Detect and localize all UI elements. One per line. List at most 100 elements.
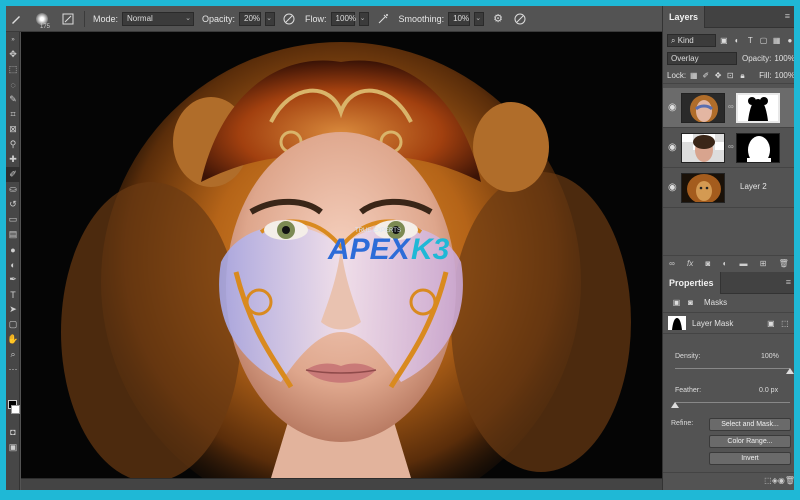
eraser-tool-icon[interactable]: ▭ (6, 212, 20, 227)
dodge-tool-icon[interactable]: ◐ (6, 257, 20, 272)
path-selection-tool-icon[interactable]: ➤ (6, 302, 20, 317)
link-layers-icon[interactable]: ∞ (669, 259, 675, 268)
new-layer-icon[interactable]: ⊞ (760, 259, 767, 268)
opacity-dropdown-icon[interactable]: ⌄ (265, 11, 276, 26)
brush-preset-picker[interactable]: 175 (30, 9, 54, 30)
feather-slider[interactable] (675, 402, 790, 403)
document-canvas[interactable]: TRUE EXPERTS APEX K3 (21, 32, 662, 478)
lock-pixels-icon[interactable]: ✐ (701, 70, 710, 81)
layer-thumbnail[interactable] (681, 173, 725, 203)
expand-toolbar-icon[interactable]: » (6, 32, 20, 47)
layer-opacity-value[interactable]: 100% (774, 54, 794, 63)
select-pixel-mask-icon[interactable]: ▣ (765, 318, 776, 329)
image-filter-icon[interactable]: ▣ (719, 35, 729, 46)
tab-properties[interactable]: Properties (663, 272, 721, 294)
add-mask-icon[interactable]: ◙ (705, 259, 710, 268)
select-and-mask-button[interactable]: Select and Mask... (709, 418, 791, 431)
density-slider[interactable] (675, 368, 790, 369)
feather-slider-thumb[interactable] (671, 402, 679, 408)
color-range-button[interactable]: Color Range... (709, 435, 791, 448)
flow-dropdown-icon[interactable]: ⌄ (358, 11, 369, 26)
airbrush-icon[interactable] (375, 11, 391, 27)
smoothing-input[interactable]: 10% (448, 11, 471, 26)
lock-position-icon[interactable]: ✥ (714, 70, 723, 81)
load-selection-icon[interactable]: ⬚ (764, 476, 772, 485)
flow-input[interactable]: 100% (330, 11, 356, 26)
clone-stamp-tool-icon[interactable]: ⛀ (6, 182, 20, 197)
adjustment-layer-icon[interactable]: ◐ (722, 259, 727, 268)
marquee-tool-icon[interactable]: ⬚ (6, 62, 20, 77)
fx-icon[interactable]: fx (687, 259, 693, 268)
eye-icon[interactable]: ◉ (668, 102, 677, 113)
smoothing-dropdown-icon[interactable]: ⌄ (474, 11, 485, 26)
feather-value[interactable]: 0.0 px (759, 387, 778, 394)
tab-layers[interactable]: Layers (663, 6, 706, 28)
layer-thumbnail[interactable] (681, 93, 725, 123)
shape-filter-icon[interactable]: ▢ (758, 35, 768, 46)
quick-select-tool-icon[interactable]: ✎ (6, 92, 20, 107)
horizontal-scrollbar[interactable] (21, 478, 662, 490)
panel-menu-icon[interactable]: ≡ (786, 277, 791, 287)
blur-tool-icon[interactable]: ● (6, 242, 20, 257)
folder-icon[interactable]: ▬ (740, 259, 748, 268)
link-icon[interactable]: ∞ (728, 102, 734, 111)
crop-tool-icon[interactable]: ⌗ (6, 107, 20, 122)
rectangle-tool-icon[interactable]: ▢ (6, 317, 20, 332)
more-tools-icon[interactable]: ⋯ (6, 362, 20, 377)
brush-settings-icon[interactable] (60, 11, 76, 27)
lasso-tool-icon[interactable]: ◌ (6, 77, 20, 92)
type-tool-icon[interactable]: T (6, 287, 20, 302)
density-slider-thumb[interactable] (786, 368, 794, 374)
move-tool-icon[interactable]: ✥ (6, 47, 20, 62)
gradient-tool-icon[interactable]: ▤ (6, 227, 20, 242)
background-color-swatch[interactable] (11, 405, 20, 414)
lock-transparency-icon[interactable]: ▦ (689, 70, 698, 81)
eye-icon[interactable]: ◉ (668, 142, 677, 153)
frame-tool-icon[interactable]: ⊠ (6, 122, 20, 137)
layer-mask-thumbnail[interactable] (736, 133, 780, 163)
quick-mask-icon[interactable]: ◘ (6, 424, 20, 439)
brush-size-value: 175 (40, 23, 51, 30)
fill-value[interactable]: 100% (775, 71, 794, 80)
brush-tool-icon[interactable]: ✐ (6, 167, 20, 182)
vector-mask-icon[interactable]: ◙ (685, 297, 696, 308)
pixel-mask-icon[interactable]: ▣ (671, 297, 682, 308)
type-filter-icon[interactable]: T (745, 35, 755, 46)
gear-icon[interactable]: ⚙ (490, 11, 506, 27)
hand-tool-icon[interactable]: ✋ (6, 332, 20, 347)
pressure-opacity-icon[interactable] (281, 11, 297, 27)
filter-toggle-icon[interactable]: ● (785, 35, 794, 46)
search-icon: ⌕ (671, 36, 676, 45)
opacity-input[interactable]: 20% (239, 11, 262, 26)
trash-icon[interactable]: 🗑︎ (779, 259, 789, 268)
eyedropper-tool-icon[interactable]: ⚲ (6, 137, 20, 152)
add-vector-mask-icon[interactable]: ⬚ (779, 318, 790, 329)
mode-select[interactable]: Normal ⌄ (122, 11, 195, 26)
healing-brush-tool-icon[interactable]: ✚ (6, 152, 20, 167)
history-brush-tool-icon[interactable]: ↺ (6, 197, 20, 212)
invert-button[interactable]: Invert (709, 452, 791, 465)
adjustment-filter-icon[interactable]: ◐ (732, 35, 742, 46)
layer-thumbnail[interactable] (681, 133, 725, 163)
layer-filter-select[interactable]: ⌕ Kind (667, 34, 716, 47)
blend-mode-select[interactable]: Overlay (667, 52, 737, 65)
layer-name[interactable]: Layer 2 (740, 182, 767, 191)
lock-all-icon[interactable]: 🔒︎ (738, 70, 747, 81)
layer-mask-thumbnail[interactable] (736, 93, 780, 123)
brush-tool-icon[interactable] (10, 13, 22, 25)
zoom-tool-icon[interactable]: ⌕ (6, 347, 20, 362)
layer-row[interactable]: ◉ ∞ (663, 128, 794, 168)
eye-icon[interactable]: ◉ (668, 182, 677, 193)
eye-icon[interactable]: ◉ (778, 476, 785, 485)
lock-artboard-icon[interactable]: ⊡ (726, 70, 735, 81)
smart-object-filter-icon[interactable]: ▦ (772, 35, 782, 46)
layer-row[interactable]: ◉ Layer 2 (663, 168, 794, 208)
panel-menu-icon[interactable]: ≡ (785, 11, 790, 21)
trash-icon[interactable]: 🗑︎ (785, 476, 794, 485)
pen-tool-icon[interactable]: ✒ (6, 272, 20, 287)
density-value[interactable]: 100% (761, 353, 779, 360)
layer-row[interactable]: ◉ ∞ (663, 88, 794, 128)
pressure-size-icon[interactable] (512, 11, 528, 27)
link-icon[interactable]: ∞ (728, 142, 734, 151)
screen-mode-icon[interactable]: ▣ (6, 440, 20, 455)
